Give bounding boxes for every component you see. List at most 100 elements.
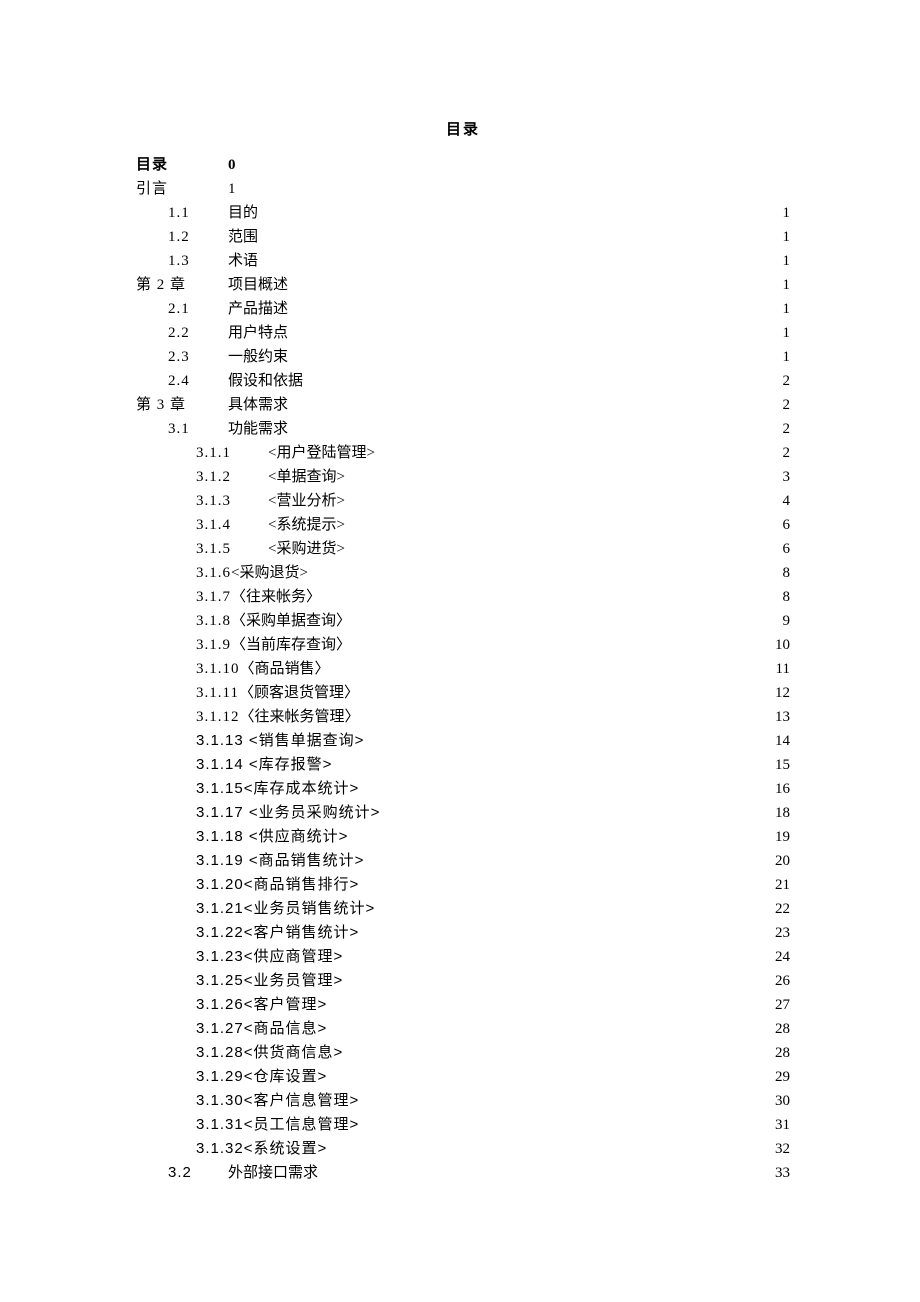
toc-entry-page: 8 — [781, 585, 791, 609]
toc-entry: 3.1.28<供货商信息> 28 — [136, 1041, 790, 1065]
toc-entry: 3.2外部接口需求33 — [136, 1161, 790, 1185]
toc-entry-label: <用户登陆管理> — [268, 441, 375, 465]
toc-entry-number: 3.1.5 — [136, 537, 268, 561]
toc-entry: 3.1.2<单据查询>3 — [136, 465, 790, 489]
toc-entry-number: 3.1.19 <商品销售统计> — [136, 849, 364, 873]
toc-entry-page: 13 — [773, 705, 790, 729]
toc-entry: 2.2用户特点1 — [136, 321, 790, 345]
toc-entry-page: 19 — [773, 825, 790, 849]
toc-entry-label: 假设和依据 — [228, 369, 303, 393]
toc-entry-label: 〈当前库存查询〉 — [231, 633, 351, 657]
toc-entry: 3.1功能需求2 — [136, 417, 790, 441]
toc-entry-number: 3.1.31<员工信息管理> — [136, 1113, 359, 1137]
toc-entry-label: 〈采购单据查询〉 — [231, 609, 351, 633]
toc-entry: 3.1.12 〈往来帐务管理〉 13 — [136, 705, 790, 729]
toc-entry: 3.1.22<客户销售统计>23 — [136, 921, 790, 945]
toc-entry: 3.1.3<营业分析>4 — [136, 489, 790, 513]
toc-entry-page: 16 — [773, 777, 790, 801]
toc-entry-label: <采购进货> — [268, 537, 345, 561]
toc-entry-page: 11 — [774, 657, 790, 681]
toc-entry-page: 32 — [773, 1137, 790, 1161]
toc-entry-page: 31 — [773, 1113, 790, 1137]
toc-entry: 3.1.30<客户信息管理>30 — [136, 1089, 790, 1113]
toc-entry-label: 1 — [228, 177, 236, 201]
toc-entry-label: <系统提示> — [268, 513, 345, 537]
toc-entry-page: 1 — [781, 345, 791, 369]
toc-entry-page: 10 — [773, 633, 790, 657]
toc-entry-page: 30 — [773, 1089, 790, 1113]
toc-entry-number: 3.1.21<业务员销售统计> — [136, 897, 375, 921]
toc-entry-number: 3.1.28<供货商信息> — [136, 1041, 343, 1065]
toc-entry: 3.1.13 <销售单据查询> 14 — [136, 729, 790, 753]
toc-entry-number: 3.1.10 — [136, 657, 240, 681]
toc-entry-number: 3.1.4 — [136, 513, 268, 537]
toc-entry-number: 2.1 — [136, 297, 228, 321]
toc-entry: 3.1.6 <采购退货> 8 — [136, 561, 790, 585]
toc-entry-number: 第 3 章 — [136, 393, 228, 417]
toc-entry-page: 28 — [773, 1017, 790, 1041]
toc-entry: 3.1.26<客户管理> 27 — [136, 993, 790, 1017]
toc-entry-page: 2 — [781, 369, 791, 393]
toc-entry-label: 范围 — [228, 225, 258, 249]
toc-entry-label: 0 — [228, 153, 236, 177]
toc-entry: 1.1目的1 — [136, 201, 790, 225]
toc-entry: 3.1.18 <供应商统计> 19 — [136, 825, 790, 849]
toc-entry: 3.1.25<业务员管理>26 — [136, 969, 790, 993]
toc-entry-page: 33 — [773, 1161, 790, 1185]
toc-entry-number: 目录 — [136, 153, 228, 177]
toc-entry-number: 3.1.13 <销售单据查询> — [136, 729, 364, 753]
toc-entry-page: 1 — [781, 297, 791, 321]
toc-entry-label: 用户特点 — [228, 321, 288, 345]
toc-entry: 2.4假设和依据 2 — [136, 369, 790, 393]
toc-entry-label: 〈商品销售〉 — [240, 657, 330, 681]
toc-entry: 3.1.7 〈往来帐务〉8 — [136, 585, 790, 609]
toc-entry-number: 1.1 — [136, 201, 228, 225]
toc-entry-number: 2.3 — [136, 345, 228, 369]
toc-entry-label: 功能需求 — [228, 417, 288, 441]
toc-entry-number: 3.1.12 — [136, 705, 240, 729]
toc-entry-page: 8 — [781, 561, 791, 585]
toc-entry-number: 3.1.27<商品信息> — [136, 1017, 327, 1041]
toc-entry-number: 3.1.18 <供应商统计> — [136, 825, 348, 849]
toc-entry-label: 〈往来帐务管理〉 — [240, 705, 360, 729]
toc-entry-number: 3.1.20<商品销售排行> — [136, 873, 359, 897]
toc-entry: 第 2 章项目概述1 — [136, 273, 790, 297]
toc-entry: 1.2范围1 — [136, 225, 790, 249]
toc-entry-label: 目的 — [228, 201, 258, 225]
document-page: 目录 目录0引言11.1目的11.2范围11.3术语1第 2 章项目概述12.1… — [0, 0, 920, 1302]
toc-entry-label: 一般约束 — [228, 345, 288, 369]
toc-entry-number: 3.1.26<客户管理> — [136, 993, 327, 1017]
toc-entry-number: 3.1.1 — [136, 441, 268, 465]
toc-entry-number: 3.1.23<供应商管理> — [136, 945, 343, 969]
toc-entry-number: 3.1.32<系统设置> — [136, 1137, 327, 1161]
toc-entry: 目录0 — [136, 153, 790, 177]
toc-entry: 3.1.5<采购进货>6 — [136, 537, 790, 561]
toc-entry-label: 术语 — [228, 249, 258, 273]
toc-entry-page: 20 — [773, 849, 790, 873]
toc-entry-number: 1.2 — [136, 225, 228, 249]
toc-entry-number: 3.1.6 — [136, 561, 231, 585]
toc-entry: 3.1.17 <业务员采购统计> 18 — [136, 801, 790, 825]
toc-entry-page: 2 — [781, 417, 791, 441]
toc-entry-label: 〈顾客退货管理〉 — [239, 681, 359, 705]
toc-entry: 3.1.27<商品信息> 28 — [136, 1017, 790, 1041]
toc-entry: 3.1.4<系统提示>6 — [136, 513, 790, 537]
toc-entry-number: 3.1.8 — [136, 609, 231, 633]
toc-entry-page: 23 — [773, 921, 790, 945]
toc-entry-label: 外部接口需求 — [228, 1161, 318, 1185]
toc-entry-page: 21 — [773, 873, 790, 897]
table-of-contents: 目录0引言11.1目的11.2范围11.3术语1第 2 章项目概述12.1产品描… — [136, 153, 790, 1185]
toc-entry-page: 14 — [773, 729, 790, 753]
toc-entry: 3.1.29<仓库设置>29 — [136, 1065, 790, 1089]
toc-entry-number: 3.1.25<业务员管理> — [136, 969, 343, 993]
toc-entry-number: 2.4 — [136, 369, 228, 393]
toc-entry-number: 3.1.9 — [136, 633, 231, 657]
toc-entry-label: <采购退货> — [231, 561, 308, 585]
toc-entry-number: 3.1.2 — [136, 465, 268, 489]
toc-entry-page: 28 — [773, 1041, 790, 1065]
toc-entry-number: 2.2 — [136, 321, 228, 345]
toc-entry-number: 3.1.15<库存成本统计> — [136, 777, 359, 801]
toc-entry-number: 3.1.3 — [136, 489, 268, 513]
toc-entry: 1.3术语1 — [136, 249, 790, 273]
toc-entry-page: 27 — [773, 993, 790, 1017]
